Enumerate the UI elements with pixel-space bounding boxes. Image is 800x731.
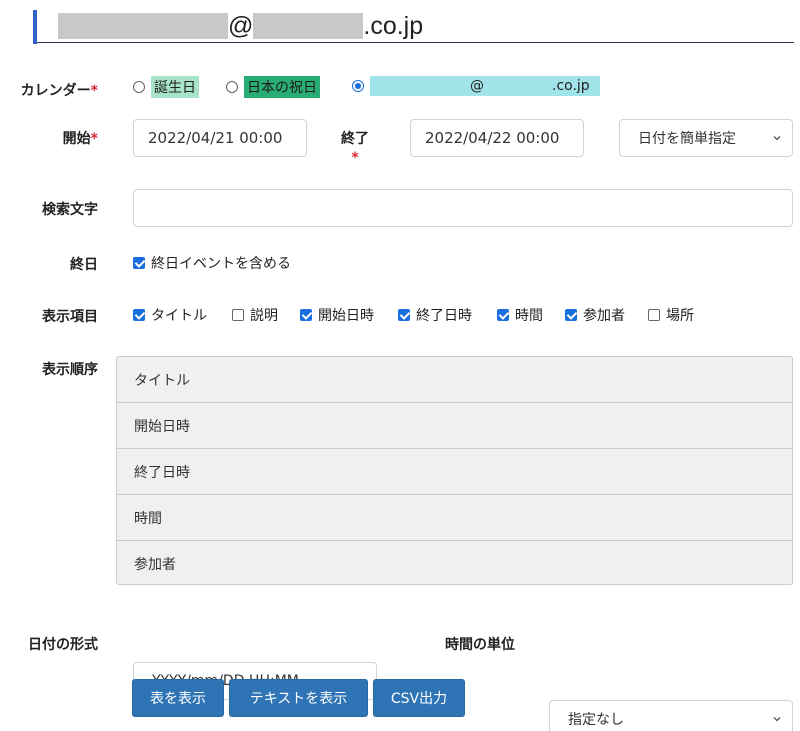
search-label: 検索文字 (42, 202, 98, 218)
display-order-item[interactable]: 終了日時 (117, 449, 792, 495)
chevron-down-icon (773, 717, 781, 722)
display-item-end[interactable]: 終了日時 (398, 305, 472, 325)
checkbox-checked-icon[interactable] (497, 309, 509, 321)
display-order-label: 表示順序 (42, 362, 98, 378)
display-order-item[interactable]: タイトル (117, 357, 792, 403)
date-format-label: 日付の形式 (28, 637, 98, 653)
csv-export-button[interactable]: CSV出力 (373, 679, 465, 717)
display-items-label: 表示項目 (42, 309, 98, 325)
calendar-label: カレンダー* (20, 83, 98, 99)
time-unit-label: 時間の単位 (445, 637, 515, 653)
checkbox-checked-icon[interactable] (133, 309, 145, 321)
calendar-option-label: 誕生日 (151, 76, 199, 98)
display-order-list: タイトル 開始日時 終了日時 時間 参加者 (116, 356, 793, 585)
allday-checkbox[interactable]: 終日イベントを含める (133, 253, 291, 273)
start-datetime-input[interactable]: 2022/04/21 00:00 (133, 119, 307, 157)
checkbox-checked-icon[interactable] (565, 309, 577, 321)
checkbox-icon[interactable] (648, 309, 660, 321)
display-order-item[interactable]: 時間 (117, 495, 792, 541)
allday-label: 終日 (70, 257, 98, 273)
end-datetime-input[interactable]: 2022/04/22 00:00 (410, 119, 584, 157)
radio-icon[interactable] (226, 81, 238, 93)
start-label: 開始* (62, 131, 98, 147)
calendar-option-label: @ .co.jp (370, 76, 600, 96)
display-order-item[interactable]: 開始日時 (117, 403, 792, 449)
calendar-option-account[interactable]: @ .co.jp (352, 76, 600, 96)
display-item-attendees[interactable]: 参加者 (565, 305, 625, 325)
redacted-block (58, 13, 228, 39)
calendar-option-birthday[interactable]: 誕生日 (133, 76, 199, 98)
show-text-button[interactable]: テキストを表示 (229, 679, 368, 717)
display-item-title[interactable]: タイトル (133, 305, 207, 325)
calendar-option-holidays[interactable]: 日本の祝日 (226, 76, 320, 98)
page-title-at: @ (228, 11, 254, 40)
calendar-option-label: 日本の祝日 (244, 76, 320, 98)
radio-icon[interactable] (133, 81, 145, 93)
page-title-domain: .co.jp (363, 11, 424, 40)
show-table-button[interactable]: 表を表示 (132, 679, 224, 717)
radio-selected-icon[interactable] (352, 80, 364, 92)
end-label: 終了 * (341, 131, 369, 166)
checkbox-checked-icon[interactable] (133, 257, 145, 269)
page-title: @ .co.jp (58, 10, 423, 42)
search-input[interactable] (133, 189, 793, 227)
display-item-start[interactable]: 開始日時 (300, 305, 374, 325)
display-item-duration[interactable]: 時間 (497, 305, 543, 325)
redacted-block (253, 13, 364, 39)
header-divider (37, 42, 794, 43)
header-accent-bar (33, 10, 37, 44)
display-order-item[interactable]: 参加者 (117, 541, 792, 584)
checkbox-checked-icon[interactable] (398, 309, 410, 321)
chevron-down-icon (773, 136, 781, 141)
checkbox-checked-icon[interactable] (300, 309, 312, 321)
allday-checkbox-label: 終日イベントを含める (151, 256, 291, 272)
checkbox-icon[interactable] (232, 309, 244, 321)
display-item-description[interactable]: 説明 (232, 305, 278, 325)
display-item-location[interactable]: 場所 (648, 305, 694, 325)
time-unit-select[interactable]: 指定なし (549, 700, 793, 731)
date-preset-select[interactable]: 日付を簡単指定 (619, 119, 793, 157)
